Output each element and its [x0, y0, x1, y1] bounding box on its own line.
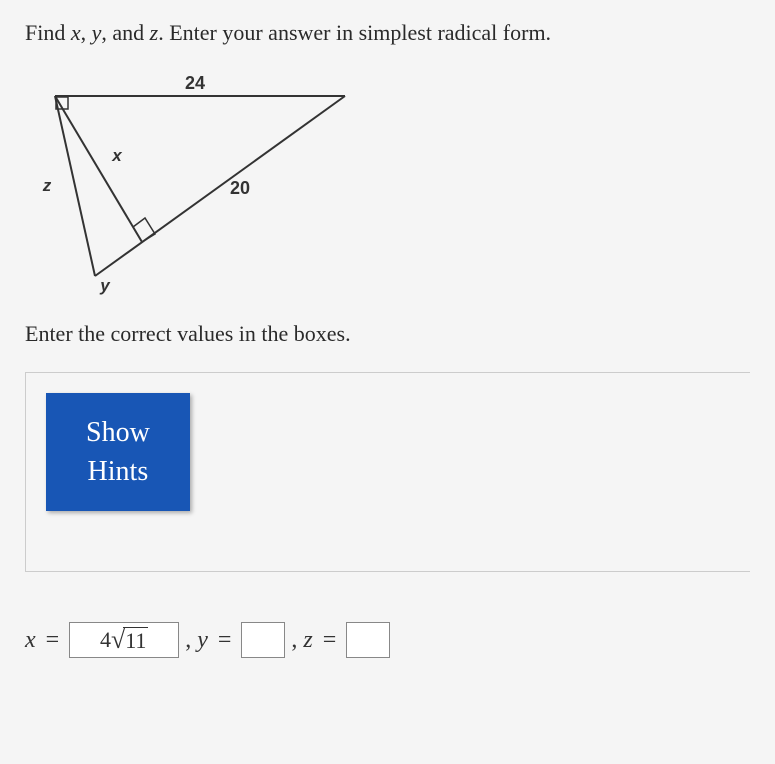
answer-x-var: x — [25, 627, 36, 654]
answer-x-radicand: 11 — [123, 627, 148, 654]
label-altitude: x — [111, 146, 123, 165]
show-hints-line2: Hints — [88, 456, 149, 487]
answer-z-var: z — [303, 627, 312, 654]
answer-x-input[interactable]: 4√11 — [69, 622, 179, 658]
question-var-y: y — [92, 20, 102, 45]
label-left: z — [42, 176, 52, 195]
triangle-diagram: 24 20 x z y — [25, 66, 365, 296]
answer-x-coef: 4 — [100, 627, 111, 653]
question-prefix: Find — [25, 20, 71, 45]
answer-row: x = 4√11 , y = , z = — [25, 622, 750, 658]
answer-y-input[interactable] — [241, 622, 285, 658]
answer-z-input[interactable] — [346, 622, 390, 658]
question-var-z: z — [150, 20, 159, 45]
label-hypotenuse: 20 — [230, 178, 250, 198]
instruction-text: Enter the correct values in the boxes. — [25, 321, 750, 347]
hints-panel: Show Hints — [25, 372, 750, 572]
equals-3: = — [323, 627, 337, 654]
label-top: 24 — [185, 73, 205, 93]
comma-2: , — [291, 627, 297, 654]
equals-1: = — [46, 627, 60, 654]
question-suffix: . Enter your answer in simplest radical … — [158, 20, 551, 45]
question-sep2: , and — [101, 20, 149, 45]
show-hints-button[interactable]: Show Hints — [46, 393, 190, 511]
label-bottom: y — [99, 276, 111, 295]
equals-2: = — [218, 627, 232, 654]
show-hints-line1: Show — [86, 417, 150, 448]
question-var-x: x — [71, 20, 81, 45]
triangle-svg: 24 20 x z y — [25, 66, 365, 296]
comma-1: , — [185, 627, 191, 654]
question-text: Find x, y, and z. Enter your answer in s… — [25, 20, 750, 46]
question-sep1: , — [81, 20, 92, 45]
answer-y-var: y — [197, 627, 208, 654]
